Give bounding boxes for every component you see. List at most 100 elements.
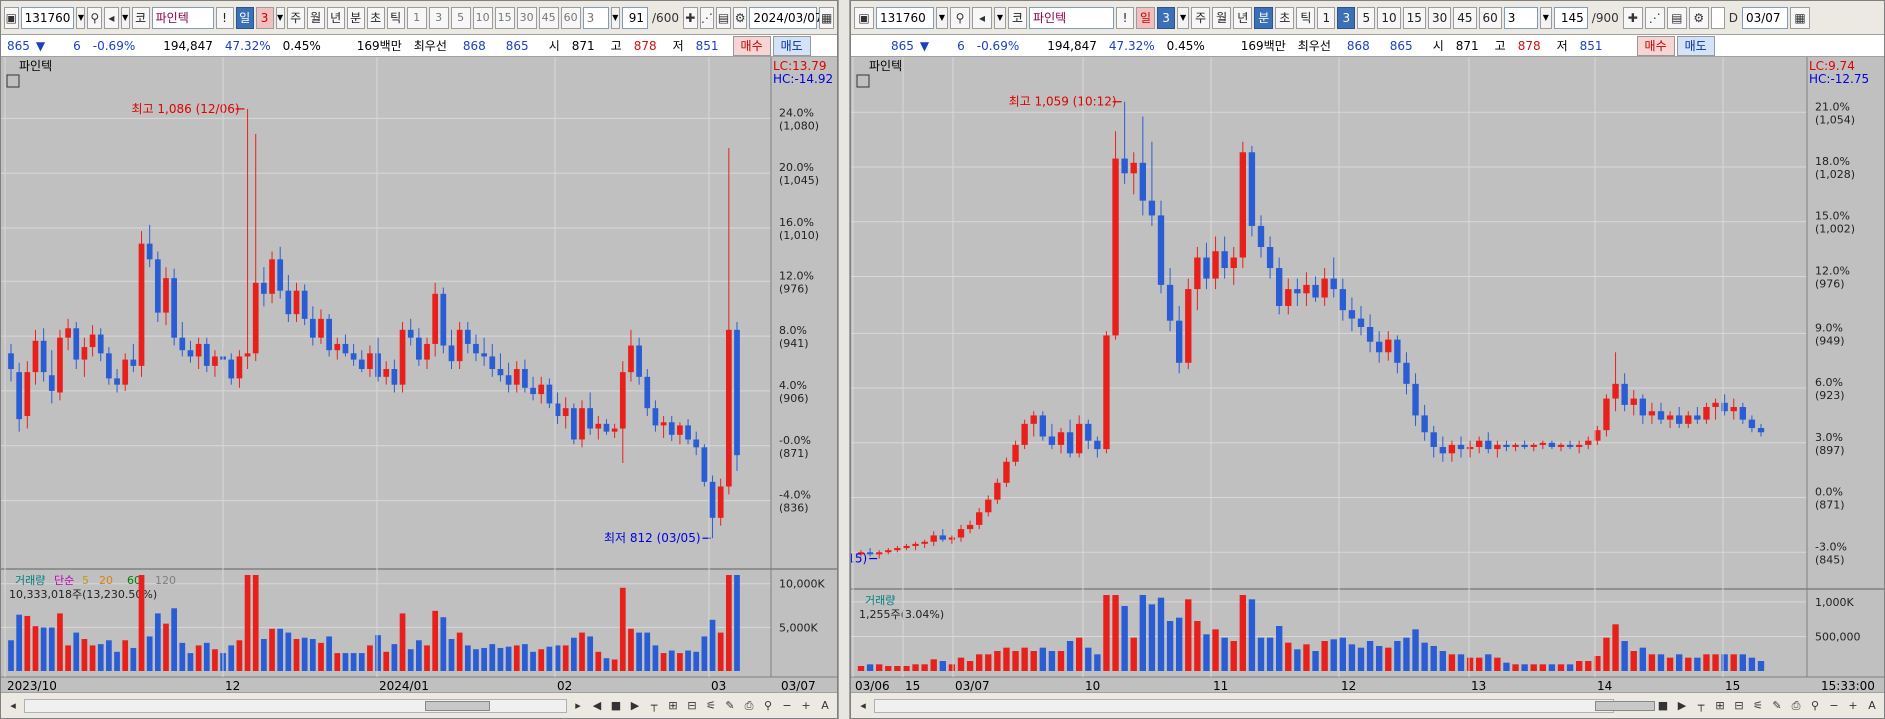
interval-button[interactable]: 45 bbox=[538, 6, 559, 29]
play-forward-icon[interactable]: ▶ bbox=[627, 698, 643, 714]
period-year-button[interactable]: 년 bbox=[1233, 6, 1253, 29]
scroll-track[interactable] bbox=[874, 698, 1655, 713]
save-icon[interactable]: ▤ bbox=[716, 6, 731, 29]
sell-button[interactable]: 매도 bbox=[1676, 35, 1715, 56]
interval-button[interactable]: 1 bbox=[1317, 6, 1336, 29]
window-menu-icon[interactable]: ▣ bbox=[854, 6, 874, 29]
custom-interval-input[interactable]: 3 bbox=[1503, 6, 1538, 29]
minute-candlestick-chart[interactable]: 파인텍 LC:9.74HC:-12.7521.0%(1,054)18.0%(1,0… bbox=[851, 57, 1884, 693]
scroll-thumb[interactable] bbox=[425, 700, 490, 711]
gear-icon[interactable]: ⚙ bbox=[1688, 6, 1709, 29]
zoom-icon[interactable]: ⚲ bbox=[1807, 698, 1823, 714]
calendar-icon[interactable]: ▦ bbox=[819, 6, 835, 29]
period-day-n[interactable]: 3 bbox=[1157, 6, 1176, 29]
period-second-button[interactable]: 초 bbox=[366, 6, 385, 29]
play-back-icon[interactable]: ◀ bbox=[589, 698, 605, 714]
chevron-down-icon[interactable]: ▼ bbox=[120, 6, 130, 29]
interval-button[interactable]: 5 bbox=[450, 6, 471, 29]
window-menu-icon[interactable]: ▣ bbox=[4, 6, 19, 29]
tools-icon[interactable]: ⚟ bbox=[1750, 698, 1766, 714]
period-year-button[interactable]: 년 bbox=[326, 6, 345, 29]
bar-count-input[interactable]: 91 bbox=[621, 6, 649, 29]
speaker-icon[interactable]: ◂ bbox=[972, 6, 992, 29]
printer-icon[interactable]: ⎙ bbox=[1788, 698, 1804, 714]
layout-icon[interactable]: ⊟ bbox=[684, 698, 700, 714]
play-forward-icon[interactable]: ▶ bbox=[1674, 698, 1690, 714]
interval-button[interactable]: 10 bbox=[1377, 6, 1401, 29]
crosshair-icon[interactable]: ✚ bbox=[682, 6, 698, 29]
period-tick-button[interactable]: 틱 bbox=[1296, 6, 1316, 29]
layout-icon[interactable]: ⊞ bbox=[1712, 698, 1728, 714]
interval-button[interactable]: 30 bbox=[516, 6, 537, 29]
chart-area[interactable]: 파인텍 LC:9.74 HC:-12.75 21.0% (1,054) 18.0% (1,0… bbox=[851, 57, 1884, 693]
interval-button[interactable]: 3 bbox=[1337, 6, 1356, 29]
chevron-down-icon[interactable]: ▼ bbox=[994, 6, 1006, 29]
interval-button[interactable]: 15 bbox=[1402, 6, 1426, 29]
slider-icon[interactable]: ┬ bbox=[646, 698, 662, 714]
layout-icon[interactable]: ⊟ bbox=[1731, 698, 1747, 714]
chevron-down-icon[interactable]: ▼ bbox=[1539, 6, 1552, 29]
panel-splitter[interactable] bbox=[838, 0, 850, 719]
interval-button[interactable]: 45 bbox=[1453, 6, 1477, 29]
drawing-icon[interactable]: ✎ bbox=[1769, 698, 1785, 714]
d-checkbox[interactable] bbox=[1710, 6, 1725, 29]
stop-icon[interactable]: ■ bbox=[1655, 698, 1671, 714]
scroll-left-icon[interactable]: ◂ bbox=[855, 698, 871, 714]
stock-name-input[interactable]: 파인텍 bbox=[1029, 6, 1115, 29]
stock-code-input[interactable]: 131760 bbox=[876, 6, 934, 29]
scroll-right-icon[interactable]: ▸ bbox=[570, 698, 586, 714]
chevron-down-icon[interactable]: ▼ bbox=[936, 6, 948, 29]
date-input[interactable]: 2024/03/07 bbox=[749, 6, 823, 29]
bar-count-input[interactable]: 145 bbox=[1553, 6, 1588, 29]
interval-button[interactable]: 60 bbox=[560, 6, 581, 29]
period-minute-button[interactable]: 분 bbox=[1254, 6, 1274, 29]
stock-code-input[interactable]: 131760 bbox=[20, 6, 75, 29]
period-second-button[interactable]: 초 bbox=[1275, 6, 1295, 29]
chevron-down-icon[interactable]: ▼ bbox=[275, 6, 285, 29]
calendar-icon[interactable]: ▦ bbox=[1789, 6, 1810, 29]
scroll-thumb[interactable] bbox=[1595, 700, 1655, 711]
period-tick-button[interactable]: 틱 bbox=[386, 6, 405, 29]
printer-icon[interactable]: ⎙ bbox=[741, 698, 757, 714]
interval-button[interactable]: 15 bbox=[494, 6, 515, 29]
buy-button[interactable]: 매수 bbox=[1636, 35, 1675, 56]
zoom-out-icon[interactable]: − bbox=[779, 698, 795, 714]
chevron-down-icon[interactable]: ▼ bbox=[76, 6, 86, 29]
stop-icon[interactable]: ■ bbox=[608, 698, 624, 714]
alert-button[interactable]: ! bbox=[1116, 6, 1135, 29]
period-month-button[interactable]: 월 bbox=[1212, 6, 1232, 29]
scroll-track[interactable] bbox=[24, 698, 567, 713]
slider-icon[interactable]: ┬ bbox=[1693, 698, 1709, 714]
period-day-button[interactable]: 일 bbox=[235, 6, 254, 29]
layout-icon[interactable]: ⊞ bbox=[665, 698, 681, 714]
custom-interval-input[interactable]: 3 bbox=[582, 6, 609, 29]
period-minute-button[interactable]: 분 bbox=[346, 6, 365, 29]
buy-button[interactable]: 매수 bbox=[732, 35, 771, 56]
chart-type-icon[interactable]: ⋰ bbox=[1644, 6, 1665, 29]
interval-button[interactable]: 30 bbox=[1427, 6, 1452, 29]
crosshair-icon[interactable]: ✚ bbox=[1622, 6, 1643, 29]
interval-button[interactable]: 10 bbox=[472, 6, 493, 29]
daily-candlestick-chart[interactable]: 파인텍 LC:13.79HC:-14.9224.0%(1,080)20.0%(1,… bbox=[1, 57, 837, 693]
drawing-icon[interactable]: ✎ bbox=[722, 698, 738, 714]
gear-icon[interactable]: ⚙ bbox=[732, 6, 748, 29]
zoom-out-icon[interactable]: − bbox=[1826, 698, 1842, 714]
font-size-icon[interactable]: A bbox=[817, 698, 833, 714]
interval-button[interactable]: 60 bbox=[1478, 6, 1502, 29]
alert-button[interactable]: ! bbox=[215, 6, 234, 29]
scroll-left-icon[interactable]: ◂ bbox=[5, 698, 21, 714]
speaker-icon[interactable]: ◂ bbox=[104, 6, 119, 29]
sell-button[interactable]: 매도 bbox=[772, 35, 811, 56]
interval-button[interactable]: 5 bbox=[1357, 6, 1376, 29]
chart-area[interactable]: 파인텍 LC:13.79 HC:-14.92 24.0% (1,080) 20.0% (1,… bbox=[1, 57, 837, 693]
period-day-n[interactable]: 3 bbox=[255, 6, 274, 29]
save-icon[interactable]: ▤ bbox=[1666, 6, 1687, 29]
interval-button[interactable]: 1 bbox=[406, 6, 427, 29]
zoom-icon[interactable]: ⚲ bbox=[760, 698, 776, 714]
period-month-button[interactable]: 월 bbox=[306, 6, 325, 29]
zoom-in-icon[interactable]: + bbox=[798, 698, 814, 714]
interval-button[interactable]: 3 bbox=[428, 6, 449, 29]
font-size-icon[interactable]: A bbox=[1864, 698, 1880, 714]
chart-type-icon[interactable]: ⋰ bbox=[699, 6, 715, 29]
stock-name-input[interactable]: 파인텍 bbox=[151, 6, 214, 29]
